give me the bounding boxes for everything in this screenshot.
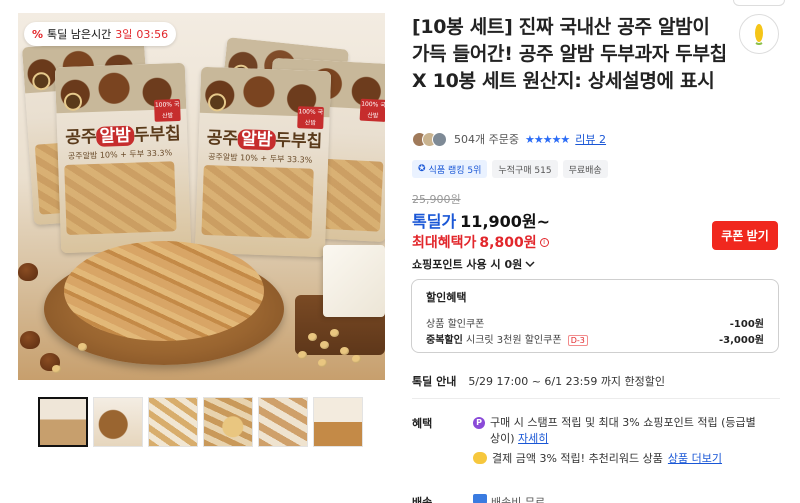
percent-tag-icon: % [32,27,44,41]
award-icon: ✪ [418,164,426,174]
tdeal-info-label: 톡딜 안내 [412,375,457,388]
sale-price-row: 톡딜가 11,900원~ [412,208,550,232]
thumbnail-3[interactable] [148,397,198,447]
tag-list: ✪ 식품 랭킹 5위 누적구매 515 무료배송 [412,160,608,178]
star-rating: ★★★★★ [524,132,570,146]
discount-line-duplicate: 중복할인 시크릿 3천원 할인쿠폰 D-3 -3,000원 [426,331,764,346]
tag-ranking[interactable]: ✪ 식품 랭킹 5위 [412,160,488,178]
benefit-item-stamp: P 구매 시 스탬프 적립 및 최대 3% 쇼핑포인트 적립 (등급별 상이) … [473,415,763,447]
discount-line-coupon: 상품 할인쿠폰 -100원 [426,315,764,330]
sale-label: 톡딜가 [412,212,457,231]
truck-icon [473,494,487,503]
avatar [432,131,447,147]
max-benefit-label: 최대혜택가 [412,235,477,251]
shipping-label: 배송 [412,496,433,503]
favorite-button[interactable] [739,14,779,54]
tdeal-info-value: 5/29 17:00 ~ 6/1 23:59 까지 한정할인 [468,375,666,388]
plate-chips [64,241,264,341]
benefit-item-text: 결제 금액 3% 적립! 추천리워드 상품 [492,452,663,465]
package-front-right: 100% 국산밤 공주 알밤 두부칩 공주알밤 10% + 두부 33.3% [194,66,332,258]
benefit-label: 혜택 [412,417,433,430]
meta-row: 504개 주문중 ★★★★★ 리뷰 2 [412,131,606,147]
discount-box-title: 할인혜택 [426,291,467,304]
deal-timer-badge: % 톡딜 남은시간 3일 03:56 [24,22,177,46]
main-product-image[interactable]: % 톡딜 남은시간 3일 03:56 100% 국산밤 두부칩 100% 국산밤… [18,13,385,380]
secret-coupon-label: 시크릿 3천원 할인쿠폰 [466,335,562,346]
point-icon: P [473,417,485,429]
chevron-down-icon [525,261,535,268]
top-tab-edge [733,0,785,6]
tag-free-shipping: 무료배송 [562,160,608,178]
buyer-avatars [412,131,447,147]
deal-timer-time: 03:56 [136,27,169,41]
deal-timer-label: 톡딜 남은시간 [47,28,112,41]
discount-line-value: -3,000원 [719,335,764,346]
thumbnail-strip [38,397,363,447]
max-benefit-price: 8,800원 [479,235,537,251]
deal-timer-days: 3일 [115,28,133,41]
discount-line-value: -100원 [729,319,764,330]
tofu-block [323,245,385,317]
duplicate-label: 중복할인 [426,335,463,346]
max-benefit-row: 최대혜택가 8,800원 i [412,232,549,252]
original-price: 25,900원 [412,193,461,206]
coupon-button[interactable]: 쿠폰 받기 [712,221,778,250]
thumbnail-4[interactable] [203,397,253,447]
corn-icon [755,24,763,45]
thumbnail-5[interactable] [258,397,308,447]
order-count: 504개 주문중 [454,133,519,146]
point-use-row[interactable]: 쇼핑포인트 사용 시 0원 [412,256,535,272]
thumbnail-1[interactable] [38,397,88,447]
tag-cumulative: 누적구매 515 [492,160,558,178]
tdeal-info-row: 톡딜 안내 5/29 17:00 ~ 6/1 23:59 까지 한정할인 [412,373,665,389]
benefit-detail-link[interactable]: 자세히 [518,432,548,445]
thumbnail-6[interactable] [313,397,363,447]
point-use-label: 쇼핑포인트 사용 시 0원 [412,258,523,271]
discount-box: 할인혜택 상품 할인쿠폰 -100원 중복할인 시크릿 3천원 할인쿠폰 D-3… [411,279,779,353]
discount-line-label: 상품 할인쿠폰 [426,319,485,330]
thumbnail-2[interactable] [93,397,143,447]
package-front-left: 100% 국산밤 공주 알밤 두부칩 공주알밤 10% + 두부 33.3% [54,62,192,254]
shipping-value: 배송비 무료 [473,494,545,503]
dday-badge: D-3 [567,335,588,346]
review-link[interactable]: 리뷰 2 [575,131,606,147]
divider [412,398,780,399]
benefit-item-reward: 결제 금액 3% 적립! 추천리워드 상품 상품 더보기 [473,450,722,466]
more-products-link[interactable]: 상품 더보기 [668,450,722,466]
product-title: [10봉 세트] 진짜 국내산 공주 알밤이 가득 들어간! 공주 알밤 두부과… [412,16,727,92]
sale-price: 11,900원~ [460,212,551,231]
info-icon[interactable]: i [539,237,549,247]
coin-icon [473,452,487,464]
